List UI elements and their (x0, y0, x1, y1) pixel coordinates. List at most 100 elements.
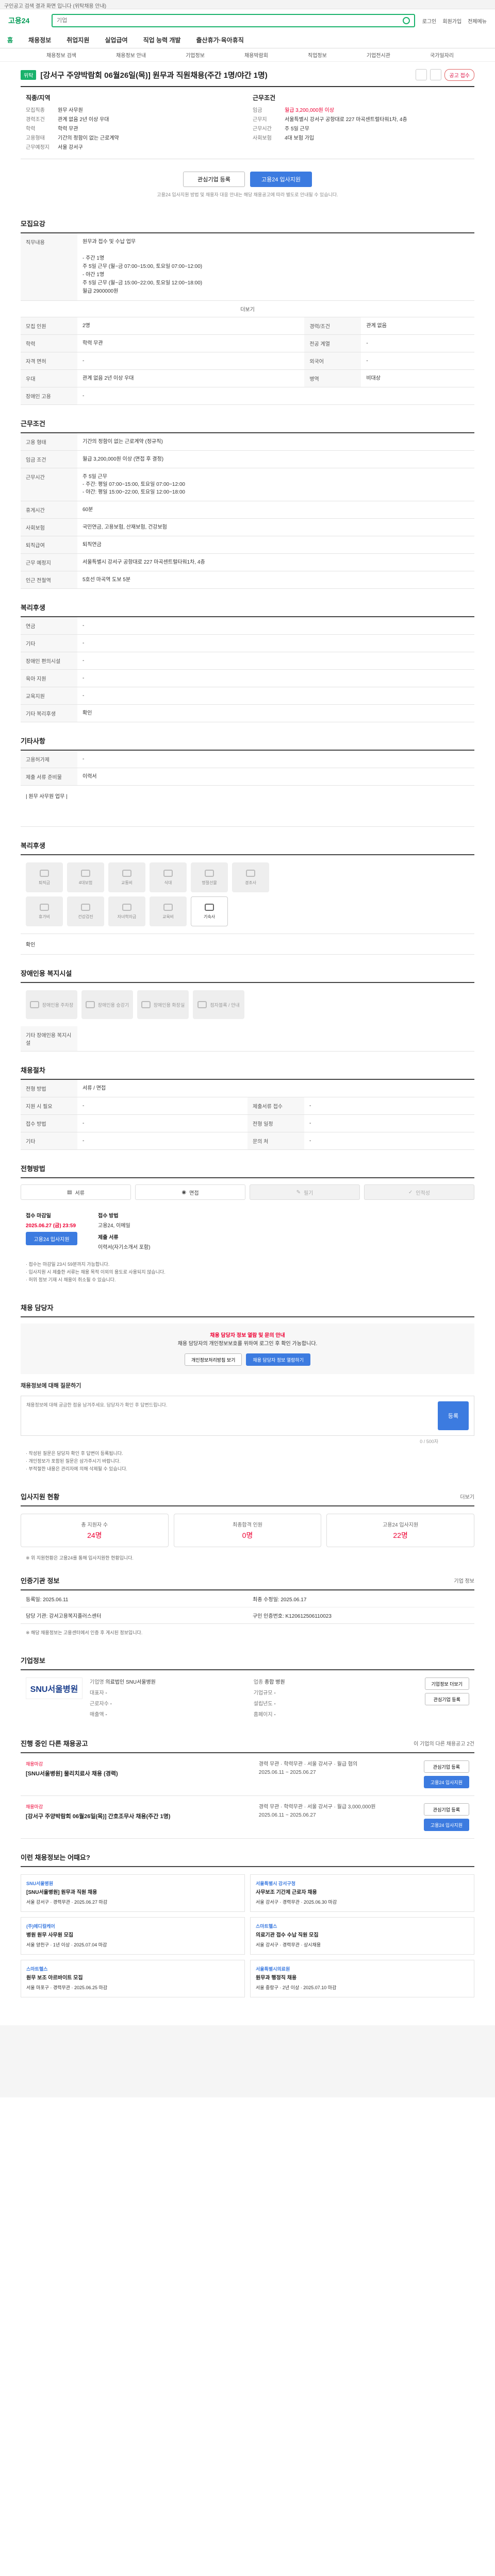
row-value: 월급 3,200,000원 이상 (면접 후 결정) (77, 450, 474, 468)
benefit-icon (163, 869, 173, 877)
company-logo: SNU서울병원 (26, 1677, 82, 1699)
recommend-card[interactable]: 스마트헬스 원무 보조 아르바이트 모집 서울 마포구 · 경력무관 · 2025.… (21, 1960, 245, 1997)
company-value: 의료법인 SNU서울병원 (105, 1680, 156, 1685)
summary-value: 원무 사무원 (58, 108, 83, 113)
gnb-leave[interactable]: 출산휴가·육아휴직 (196, 36, 243, 44)
section-title: 복리후생 (21, 840, 474, 855)
job-apply-button[interactable]: 고용24 입사지원 (423, 1819, 469, 1831)
signup-link[interactable]: 회원가입 (442, 17, 461, 25)
footer (0, 2025, 495, 2097)
rec-title[interactable]: [SNU서울병원] 원무과 직원 채용 (26, 1889, 239, 1896)
facility-item: 장애인용 화장실 (137, 990, 189, 1019)
view-contact-button[interactable]: 채용 담당자 정보 열람하기 (246, 1353, 310, 1366)
recommend-card[interactable]: 서울특별시 강서구청 사무보조 기간제 근로자 채용 서울 강서구 · 경력무관 ·… (250, 1874, 474, 1912)
rec-title[interactable]: 병원 원무 사무원 모집 (26, 1931, 239, 1939)
company-key: 대표자 (90, 1690, 104, 1696)
gnb-home[interactable]: 홈 (7, 36, 13, 44)
benefit-item: 명절선물 (191, 862, 228, 892)
section-title: 모집요강 (21, 218, 474, 233)
other-detail: | 원무 사무원 업무 | (21, 786, 474, 827)
search-input[interactable] (57, 18, 403, 24)
job-title[interactable]: [SNU서울병원] 물리치료사 채용 (경력) (26, 1769, 249, 1777)
stat-label: 총 지원자 수 (81, 1522, 108, 1528)
apply-info: 접수 마감일 2025.06.27 (금) 23:59 고용24 입사지원 접수… (21, 1206, 474, 1256)
row-value: - (77, 1114, 248, 1132)
rec-title[interactable]: 원무 보조 아르바이트 모집 (26, 1974, 239, 1982)
apply-now-button[interactable]: 고용24 입사지원 (26, 1232, 77, 1245)
row-value: 관계 없음 2년 이상 우대 (77, 369, 305, 387)
login-link[interactable]: 로그인 (422, 17, 437, 25)
row-value: - (77, 634, 474, 652)
recommend-card[interactable]: SNU서울병원 [SNU서울병원] 원무과 직원 채용 서울 강서구 · 경력무관 … (21, 1874, 245, 1912)
benefit-label: 자녀학자금 (117, 914, 137, 919)
tab-search[interactable]: 채용정보 검색 (46, 51, 76, 59)
recommend-card[interactable]: 스마트헬스 의료기관 접수 수납 직원 모집 서울 강서구 · 경력무관 · 상시채… (250, 1917, 474, 1955)
tab-guide[interactable]: 채용정보 안내 (116, 51, 146, 59)
job-info: 경력 무관 · 학력무관 · 서울 강서구 · 월급 협의 (258, 1761, 358, 1767)
gnb-training[interactable]: 직업 능력 개발 (143, 36, 181, 44)
share-icon[interactable] (416, 69, 427, 80)
job-interest-button[interactable]: 관심기업 등록 (423, 1803, 469, 1816)
bullet-text: · 부적절한 내용은 관리자에 의해 삭제될 수 있습니다. (26, 1466, 127, 1471)
tab-company[interactable]: 기업정보 (186, 51, 205, 59)
gnb-support[interactable]: 취업지원 (67, 36, 89, 44)
tab-national[interactable]: 국가일자리 (430, 51, 454, 59)
row-label: 장애인 편의시설 (21, 652, 77, 670)
rec-company: 스마트헬스 (26, 1967, 48, 1972)
company-interest-button[interactable]: 관심기업 등록 (424, 1693, 469, 1705)
mgmt-more-link[interactable]: 기업 정보 (454, 1577, 474, 1584)
gnb-benefit[interactable]: 실업급여 (105, 36, 127, 44)
job-card[interactable]: 채용마감 [SNU서울병원] 물리치료사 채용 (경력) 경력 무관 · 학력무… (21, 1753, 474, 1796)
jobs-sub: 이 기업의 다른 채용공고 2건 (414, 1741, 474, 1747)
rec-title[interactable]: 사무보조 기간제 근로자 채용 (256, 1889, 469, 1896)
qa-input[interactable] (26, 1401, 434, 1430)
mgmt-row: 최종 수정일: 2025.06.17 (248, 1590, 474, 1607)
row-value: 60분 (77, 501, 474, 519)
row-label: 전형 방법 (21, 1080, 77, 1097)
restroom-icon (141, 1001, 151, 1008)
apply-button[interactable]: 고용24 입사지원 (250, 172, 312, 187)
company-section: 기업정보 SNU서울병원 기업명 의료법인 SNU서울병원 업종 종합 병원 대… (21, 1642, 474, 1725)
job-apply-button[interactable]: 고용24 입사지원 (423, 1776, 469, 1788)
row-value: 학력 무관 (77, 334, 305, 352)
job-card[interactable]: 채용마감 [강서구 주양박람회 06월26일(목)] 간호조무사 채용(주간 1… (21, 1796, 474, 1839)
tab-exhibit[interactable]: 기업전시관 (367, 51, 390, 59)
more-button[interactable]: 더보기 (21, 301, 474, 317)
row-value: 비대상 (361, 369, 474, 387)
site-logo[interactable]: 고용24 (8, 15, 44, 26)
method-label: 면접 (189, 1190, 199, 1196)
stats-more-link[interactable]: 더보기 (460, 1493, 474, 1500)
job-summary: 직종/지역 모집직종 원무 사무원 경력조건 관계 없음 2년 이상 우대 학력 학력… (21, 87, 474, 159)
all-menu-link[interactable]: 전체메뉴 (468, 17, 487, 25)
interest-button[interactable]: 관심기업 등록 (183, 172, 245, 187)
search-icon[interactable] (402, 17, 410, 24)
qa-submit-button[interactable]: 등록 (438, 1401, 469, 1430)
rec-title[interactable]: 원무과 행정직 채용 (256, 1974, 469, 1982)
summary-key: 근무예정지 (26, 145, 50, 150)
recommend-card[interactable]: (주)메디컬케어 병원 원무 사무원 모집 서울 양천구 · 1년 이상 · 202… (21, 1917, 245, 1955)
company-field: 매출액 - (90, 1710, 254, 1718)
row-value: 관계 없음 (361, 317, 474, 335)
job-title-row: 위탁 [강서구 주양박람회 06월26일(목)] 원무과 직원채용(주간 1명/… (21, 62, 474, 87)
benefit-item: 휴가비 (26, 896, 63, 926)
benefit-item: 건강검진 (67, 896, 104, 926)
sub-tabs: 채용정보 검색 채용정보 안내 기업정보 채용박람회 직업정보 기업전시관 국가… (0, 48, 495, 62)
recommend-card[interactable]: 서울특별시의료원 원무과 행정직 채용 서울 중랑구 · 2년 이상 · 2025.… (250, 1960, 474, 1997)
section-title: 전형방법 (21, 1163, 474, 1178)
company-key: 기업명 (90, 1680, 104, 1685)
job-interest-button[interactable]: 관심기업 등록 (423, 1760, 469, 1773)
job-title[interactable]: [강서구 주양박람회 06월26일(목)] 간호조무사 채용(주간 1명) (26, 1812, 249, 1820)
benefit-detail: 확인 (21, 934, 474, 955)
company-value: - (110, 1701, 112, 1707)
tab-fair[interactable]: 채용박람회 (244, 51, 268, 59)
print-icon[interactable] (430, 69, 442, 80)
privacy-button[interactable]: 개인정보처리방침 보기 (185, 1353, 242, 1366)
apply-how-label: 접수 방법 (98, 1213, 119, 1219)
company-value: 종합 병원 (264, 1680, 285, 1685)
gnb-jobs[interactable]: 채용정보 (28, 36, 51, 44)
tab-jobinfo[interactable]: 직업정보 (308, 51, 327, 59)
rec-detail: 서울 강서구 · 경력무관 · 2025.06.27 마감 (26, 1900, 108, 1905)
section-title: 입사지원 현황 (21, 1493, 60, 1501)
company-more-button[interactable]: 기업정보 더보기 (424, 1677, 469, 1690)
rec-title[interactable]: 의료기관 접수 수납 직원 모집 (256, 1931, 469, 1939)
